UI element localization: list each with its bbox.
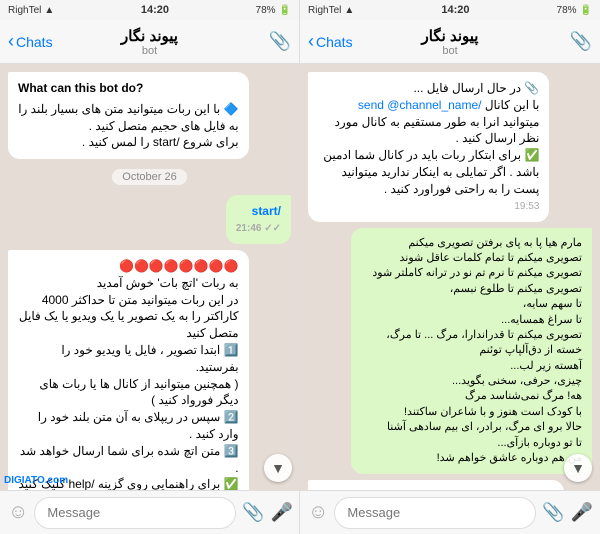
carrier-left: RighTel <box>8 5 41 16</box>
back-button-right[interactable]: ‹ Chats <box>308 31 353 52</box>
header-actions-right: 📎 <box>570 31 592 52</box>
chat-header-right: ‹ Chats پیوند نگار bot 📎 <box>300 20 600 64</box>
message-text-bot-desc: 🔷 با این ربات میتوانید متن های بسیار بلن… <box>18 101 239 135</box>
poem-text: مارم هیا پا به پای برفتن تصویری میکنم تص… <box>361 236 582 467</box>
start-command-text: /start <box>252 204 281 218</box>
message-telegram-image: Telegram <box>308 480 564 490</box>
status-bar-right: RighTel ▲ 14:20 78% 🔋 <box>300 0 600 20</box>
bottom-bar-right: ☺ 📎 🎤 <box>300 490 600 534</box>
header-center-left: پیوند نگار bot <box>121 27 178 57</box>
message-send-file: 📎 در حال ارسال فایل ... با این کانال /se… <box>308 72 549 222</box>
back-arrow-left: ‹ <box>8 31 14 52</box>
message-start-cmd: /start 21:46 ✓✓ <box>226 195 291 244</box>
message-bot-welcome: 🔴🔴🔴🔴🔴🔴🔴🔴 به ربات 'اتچ بات' خوش آمدید در … <box>8 250 249 490</box>
header-center-right: پیوند نگار bot <box>422 27 479 57</box>
time-right: 14:20 <box>441 4 469 16</box>
chat-panel-left: RighTel ▲ 14:20 78% 🔋 ‹ Chats پیوند نگار… <box>0 0 300 534</box>
bot-welcome-text: 🔴🔴🔴🔴🔴🔴🔴🔴 به ربات 'اتچ بات' خوش آمدید در … <box>18 258 239 490</box>
emoji-balls: 🔴🔴🔴🔴🔴🔴🔴🔴 <box>119 259 239 273</box>
message-input-right[interactable] <box>334 497 536 529</box>
message-poem: مارم هیا پا به پای برفتن تصویری میکنم تص… <box>351 228 592 475</box>
battery-left: 78% <box>256 5 276 16</box>
attach-icon-left[interactable]: 📎 <box>269 31 291 51</box>
status-left: RighTel ▲ <box>8 5 54 16</box>
battery-right: 78% <box>557 5 577 16</box>
chat-area-right[interactable]: 📎 در حال ارسال فایل ... با این کانال /se… <box>300 64 600 490</box>
attach-icon-right[interactable]: 📎 <box>570 31 592 51</box>
send-file-text: 📎 در حال ارسال فایل ... با این کانال /se… <box>318 80 539 198</box>
back-label-right: Chats <box>316 34 353 50</box>
battery-icon-right: 🔋 <box>580 5 592 16</box>
back-button-left[interactable]: ‹ Chats <box>8 31 53 52</box>
status-bar-left: RighTel ▲ 14:20 78% 🔋 <box>0 0 299 20</box>
message-text-bot-what: What can this bot do? <box>18 80 239 97</box>
chat-panel-right: RighTel ▲ 14:20 78% 🔋 ‹ Chats پیوند نگار… <box>300 0 600 534</box>
header-actions-left: 📎 <box>269 31 291 52</box>
panel-left: RighTel ▲ 14:20 78% 🔋 ‹ Chats پیوند نگار… <box>0 0 300 534</box>
attach-bottom-icon-right[interactable]: 📎 <box>542 502 564 523</box>
message-text-bot-start: برای شروع /start را لمس کنید . <box>18 134 239 151</box>
chat-subtitle-right: bot <box>422 45 479 57</box>
chat-area-left[interactable]: What can this bot do? 🔷 با این ربات میتو… <box>0 64 299 490</box>
telegram-label: Telegram <box>312 484 560 490</box>
chat-title-left: پیوند نگار <box>121 27 178 45</box>
status-left-right: RighTel ▲ <box>308 5 354 16</box>
signal-icon: ▲ <box>44 5 54 16</box>
date-separator-oct26: October 26 <box>112 169 186 185</box>
signal-icon-right: ▲ <box>344 5 354 16</box>
emoji-icon-right[interactable]: ☺ <box>308 501 328 524</box>
battery-icon-left: 🔋 <box>279 5 291 16</box>
start-cmd-time: 21:46 ✓✓ <box>236 222 281 236</box>
status-right-right: 78% 🔋 <box>557 5 592 16</box>
time-left: 14:20 <box>141 4 169 16</box>
mic-icon-right[interactable]: 🎤 <box>571 502 593 523</box>
chat-header-left: ‹ Chats پیوند نگار bot 📎 <box>0 20 299 64</box>
emoji-icon-left[interactable]: ☺ <box>8 501 28 524</box>
attach-bottom-icon-left[interactable]: 📎 <box>242 502 264 523</box>
scroll-down-btn-left[interactable]: ▼ <box>264 454 292 482</box>
chat-title-right: پیوند نگار <box>422 27 479 45</box>
carrier-right: RighTel <box>308 5 341 16</box>
send-file-time: 19:53 <box>318 200 539 214</box>
message-bot-info: What can this bot do? 🔷 با این ربات میتو… <box>8 72 249 159</box>
mic-icon-left[interactable]: 🎤 <box>271 502 293 523</box>
panel-right: RighTel ▲ 14:20 78% 🔋 ‹ Chats پیوند نگار… <box>300 0 600 534</box>
status-right: 78% 🔋 <box>256 5 291 16</box>
message-input-left[interactable] <box>34 497 236 529</box>
chat-subtitle-left: bot <box>121 45 178 57</box>
bottom-bar-left: ☺ 📎 🎤 <box>0 490 299 534</box>
back-arrow-right: ‹ <box>308 31 314 52</box>
watermark: DIGIATO.com <box>4 475 68 486</box>
back-label-left: Chats <box>16 34 53 50</box>
scroll-down-btn-right[interactable]: ▼ <box>564 454 592 482</box>
